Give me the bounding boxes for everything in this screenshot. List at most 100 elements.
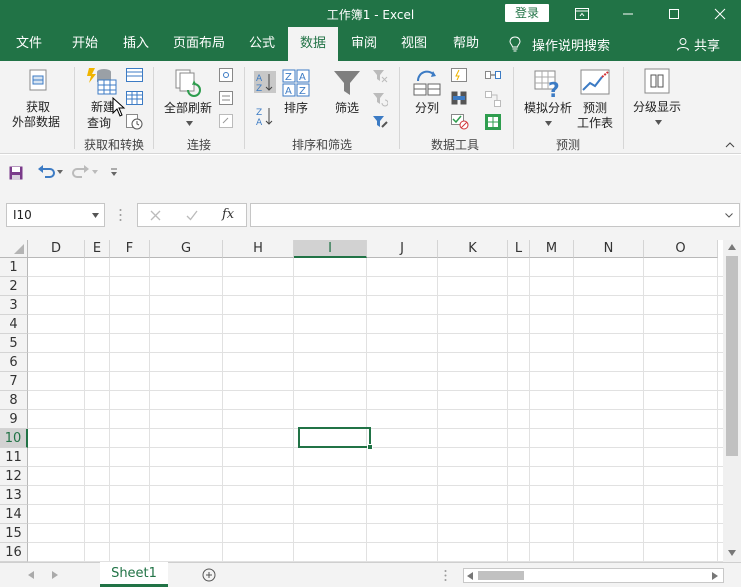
undo-icon[interactable] (37, 165, 55, 179)
minimize-icon[interactable] (605, 0, 651, 27)
tab-home[interactable]: 开始 (60, 27, 110, 61)
recent-sources-icon[interactable] (126, 114, 143, 130)
horizontal-scrollbar[interactable] (463, 568, 724, 583)
manage-data-model-icon[interactable] (485, 114, 501, 130)
login-button[interactable]: 登录 (505, 4, 549, 22)
reapply-icon[interactable] (372, 91, 388, 107)
column-header-l[interactable]: L (508, 240, 530, 258)
group-separator (153, 67, 154, 149)
tab-review[interactable]: 审阅 (340, 27, 388, 61)
remove-duplicates-icon[interactable] (451, 91, 467, 105)
prev-sheet-icon[interactable] (28, 571, 34, 579)
add-sheet-icon[interactable] (202, 568, 216, 582)
active-cell[interactable] (298, 427, 371, 448)
svg-text:?: ? (548, 78, 560, 98)
column-header-k[interactable]: K (438, 240, 508, 258)
column-header-j[interactable]: J (367, 240, 438, 258)
from-table-icon[interactable] (126, 91, 143, 105)
expand-formula-icon[interactable] (725, 213, 733, 218)
row-header-1[interactable]: 1 (0, 258, 28, 277)
cancel-icon[interactable] (150, 210, 161, 221)
name-box[interactable]: I10 (6, 203, 105, 227)
row-header-13[interactable]: 13 (0, 486, 28, 505)
show-queries-icon[interactable] (126, 68, 143, 82)
row-header-14[interactable]: 14 (0, 505, 28, 524)
next-sheet-icon[interactable] (52, 571, 58, 579)
tab-help[interactable]: 帮助 (442, 27, 490, 61)
formula-input[interactable] (250, 203, 740, 227)
close-icon[interactable] (697, 0, 741, 27)
fill-handle[interactable] (367, 444, 373, 450)
grip-dots-icon (119, 209, 122, 221)
tab-view[interactable]: 视图 (390, 27, 438, 61)
svg-text:Z: Z (285, 72, 292, 83)
row-header-12[interactable]: 12 (0, 467, 28, 486)
redo-dropdown-icon[interactable] (92, 170, 98, 174)
column-header-d[interactable]: D (28, 240, 85, 258)
row-header-16[interactable]: 16 (0, 543, 28, 562)
data-validation-icon[interactable] (451, 114, 469, 130)
group-data-tools-label: 数据工具 (430, 138, 479, 152)
ribbon-display-options-icon[interactable] (559, 0, 605, 27)
tab-data[interactable]: 数据 (288, 27, 338, 61)
edit-links-icon[interactable] (219, 114, 233, 128)
sort-descending-icon[interactable]: ZA (254, 105, 276, 127)
flash-fill-icon[interactable] (451, 68, 467, 82)
vertical-scrollbar[interactable] (723, 240, 741, 562)
relationships-icon[interactable] (485, 91, 501, 107)
share-button[interactable]: 共享 (676, 27, 720, 61)
row-header-4[interactable]: 4 (0, 315, 28, 334)
column-header-h[interactable]: H (223, 240, 294, 258)
tell-me-search[interactable]: 操作说明搜索 (508, 27, 610, 61)
row-header-2[interactable]: 2 (0, 277, 28, 296)
row-header-10[interactable]: 10 (0, 429, 28, 448)
column-header-e[interactable]: E (85, 240, 110, 258)
row-header-8[interactable]: 8 (0, 391, 28, 410)
filter-funnel-icon (334, 71, 360, 95)
scroll-left-icon[interactable] (467, 572, 473, 580)
column-header-o[interactable]: O (644, 240, 718, 258)
select-all-corner[interactable] (0, 240, 28, 258)
consolidate-icon[interactable] (485, 68, 501, 82)
scroll-up-icon[interactable] (728, 244, 736, 250)
row-header-9[interactable]: 9 (0, 410, 28, 429)
scroll-down-icon[interactable] (728, 550, 736, 556)
lightbulb-icon (509, 36, 521, 52)
connections-icon[interactable] (219, 68, 233, 82)
tab-insert[interactable]: 插入 (112, 27, 160, 61)
column-header-g[interactable]: G (150, 240, 223, 258)
properties-icon[interactable] (219, 91, 233, 105)
row-header-11[interactable]: 11 (0, 448, 28, 467)
row-header-6[interactable]: 6 (0, 353, 28, 372)
collapse-ribbon-icon[interactable] (725, 141, 735, 148)
tab-formulas[interactable]: 公式 (238, 27, 286, 61)
redo-icon[interactable] (72, 165, 90, 179)
enter-check-icon[interactable] (186, 210, 198, 221)
horizontal-scroll-thumb[interactable] (478, 571, 524, 580)
scroll-right-icon[interactable] (712, 572, 718, 580)
group-separator (74, 67, 75, 149)
column-header-m[interactable]: M (530, 240, 574, 258)
sort-ascending-icon[interactable]: AZ (254, 71, 276, 93)
row-header-3[interactable]: 3 (0, 296, 28, 315)
insert-function-button[interactable]: fx (222, 207, 234, 222)
row-header-15[interactable]: 15 (0, 524, 28, 543)
save-icon[interactable] (9, 166, 23, 180)
vertical-scroll-thumb[interactable] (726, 256, 738, 456)
text-to-columns-icon (413, 70, 441, 96)
excel-window: 工作簿1 - Excel 登录 文件 开始 插入 页面布局 公式 数据 审阅 视… (0, 0, 741, 587)
maximize-icon[interactable] (651, 0, 697, 27)
clear-filter-icon[interactable] (372, 68, 388, 84)
customize-qat-icon[interactable] (110, 167, 118, 177)
tab-file[interactable]: 文件 (6, 27, 52, 61)
row-header-5[interactable]: 5 (0, 334, 28, 353)
tab-page-layout[interactable]: 页面布局 (168, 27, 230, 61)
column-header-i[interactable]: I (294, 240, 367, 258)
column-header-n[interactable]: N (574, 240, 644, 258)
advanced-filter-icon[interactable] (372, 114, 388, 130)
sheet-tab-sheet1[interactable]: Sheet1 (100, 562, 168, 587)
undo-dropdown-icon[interactable] (57, 170, 63, 174)
worksheet-grid[interactable]: DEFGHIJKLMNO 1 2 3 4 5 6 7 8 9 10 11 12 13 14 15 16 (0, 240, 741, 562)
column-header-f[interactable]: F (110, 240, 150, 258)
row-header-7[interactable]: 7 (0, 372, 28, 391)
